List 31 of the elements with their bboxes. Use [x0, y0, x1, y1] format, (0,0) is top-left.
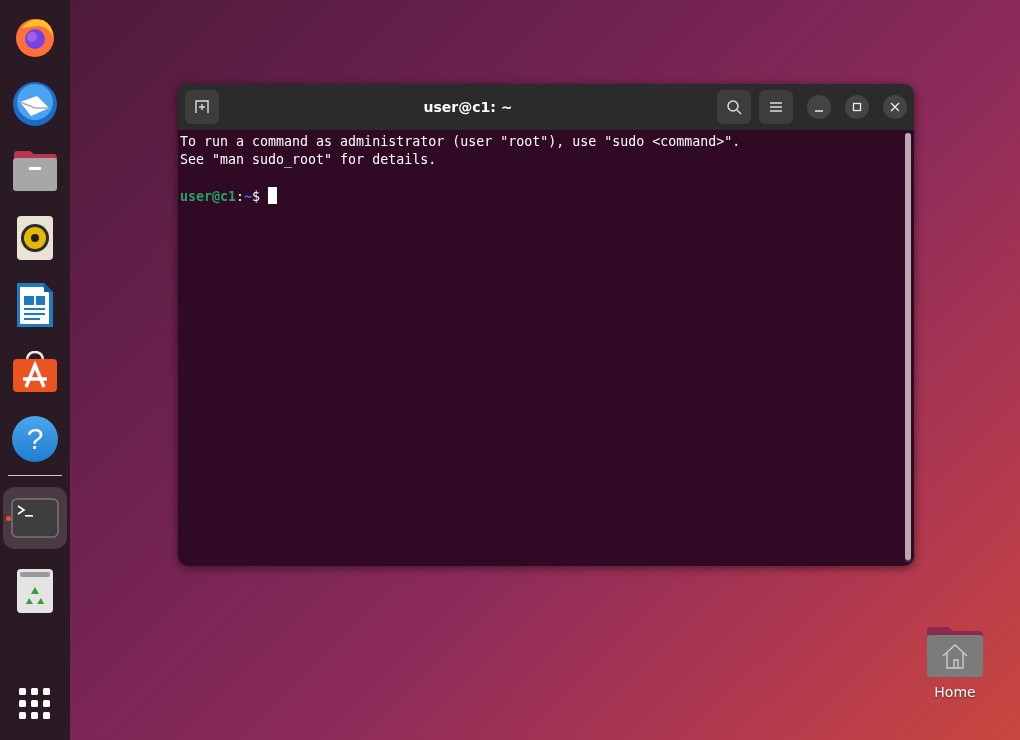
- prompt-user-host: user@c1: [180, 189, 237, 204]
- app-grid-icon[interactable]: [19, 688, 51, 720]
- prompt-separator: :: [236, 189, 245, 204]
- running-indicator: [6, 516, 11, 521]
- shopping-bag-icon[interactable]: [12, 351, 58, 393]
- search-icon: [726, 99, 742, 115]
- mail-icon[interactable]: [11, 80, 59, 128]
- terminal-output: To run a command as administrator (user "root"), use "sudo <command>".: [180, 133, 742, 151]
- minimize-icon: [815, 110, 823, 112]
- minimize-button[interactable]: [807, 95, 831, 119]
- menu-button[interactable]: [759, 90, 793, 124]
- trash-icon[interactable]: [16, 568, 54, 614]
- prompt-symbol: $: [252, 189, 261, 204]
- search-button[interactable]: [717, 90, 751, 124]
- folder-icon[interactable]: [12, 150, 58, 192]
- prompt-path: ~: [244, 189, 253, 204]
- maximize-button[interactable]: [845, 95, 869, 119]
- close-button[interactable]: [883, 95, 907, 119]
- window-title: user@c1: ~: [422, 99, 514, 115]
- menu-icon: [770, 102, 782, 112]
- tab-plus-icon: [195, 100, 209, 114]
- speaker-icon[interactable]: [16, 215, 54, 261]
- document-icon[interactable]: [16, 282, 54, 328]
- maximize-icon: [852, 102, 862, 112]
- new-tab-button[interactable]: [185, 90, 219, 124]
- close-icon: [890, 102, 900, 112]
- help-icon[interactable]: ?: [12, 416, 58, 462]
- desktop-icon-label: Home: [934, 684, 976, 700]
- terminal-icon[interactable]: [11, 498, 59, 538]
- terminal-output: See "man sudo_root" for details.: [180, 151, 438, 169]
- home-folder-icon[interactable]: [926, 626, 984, 678]
